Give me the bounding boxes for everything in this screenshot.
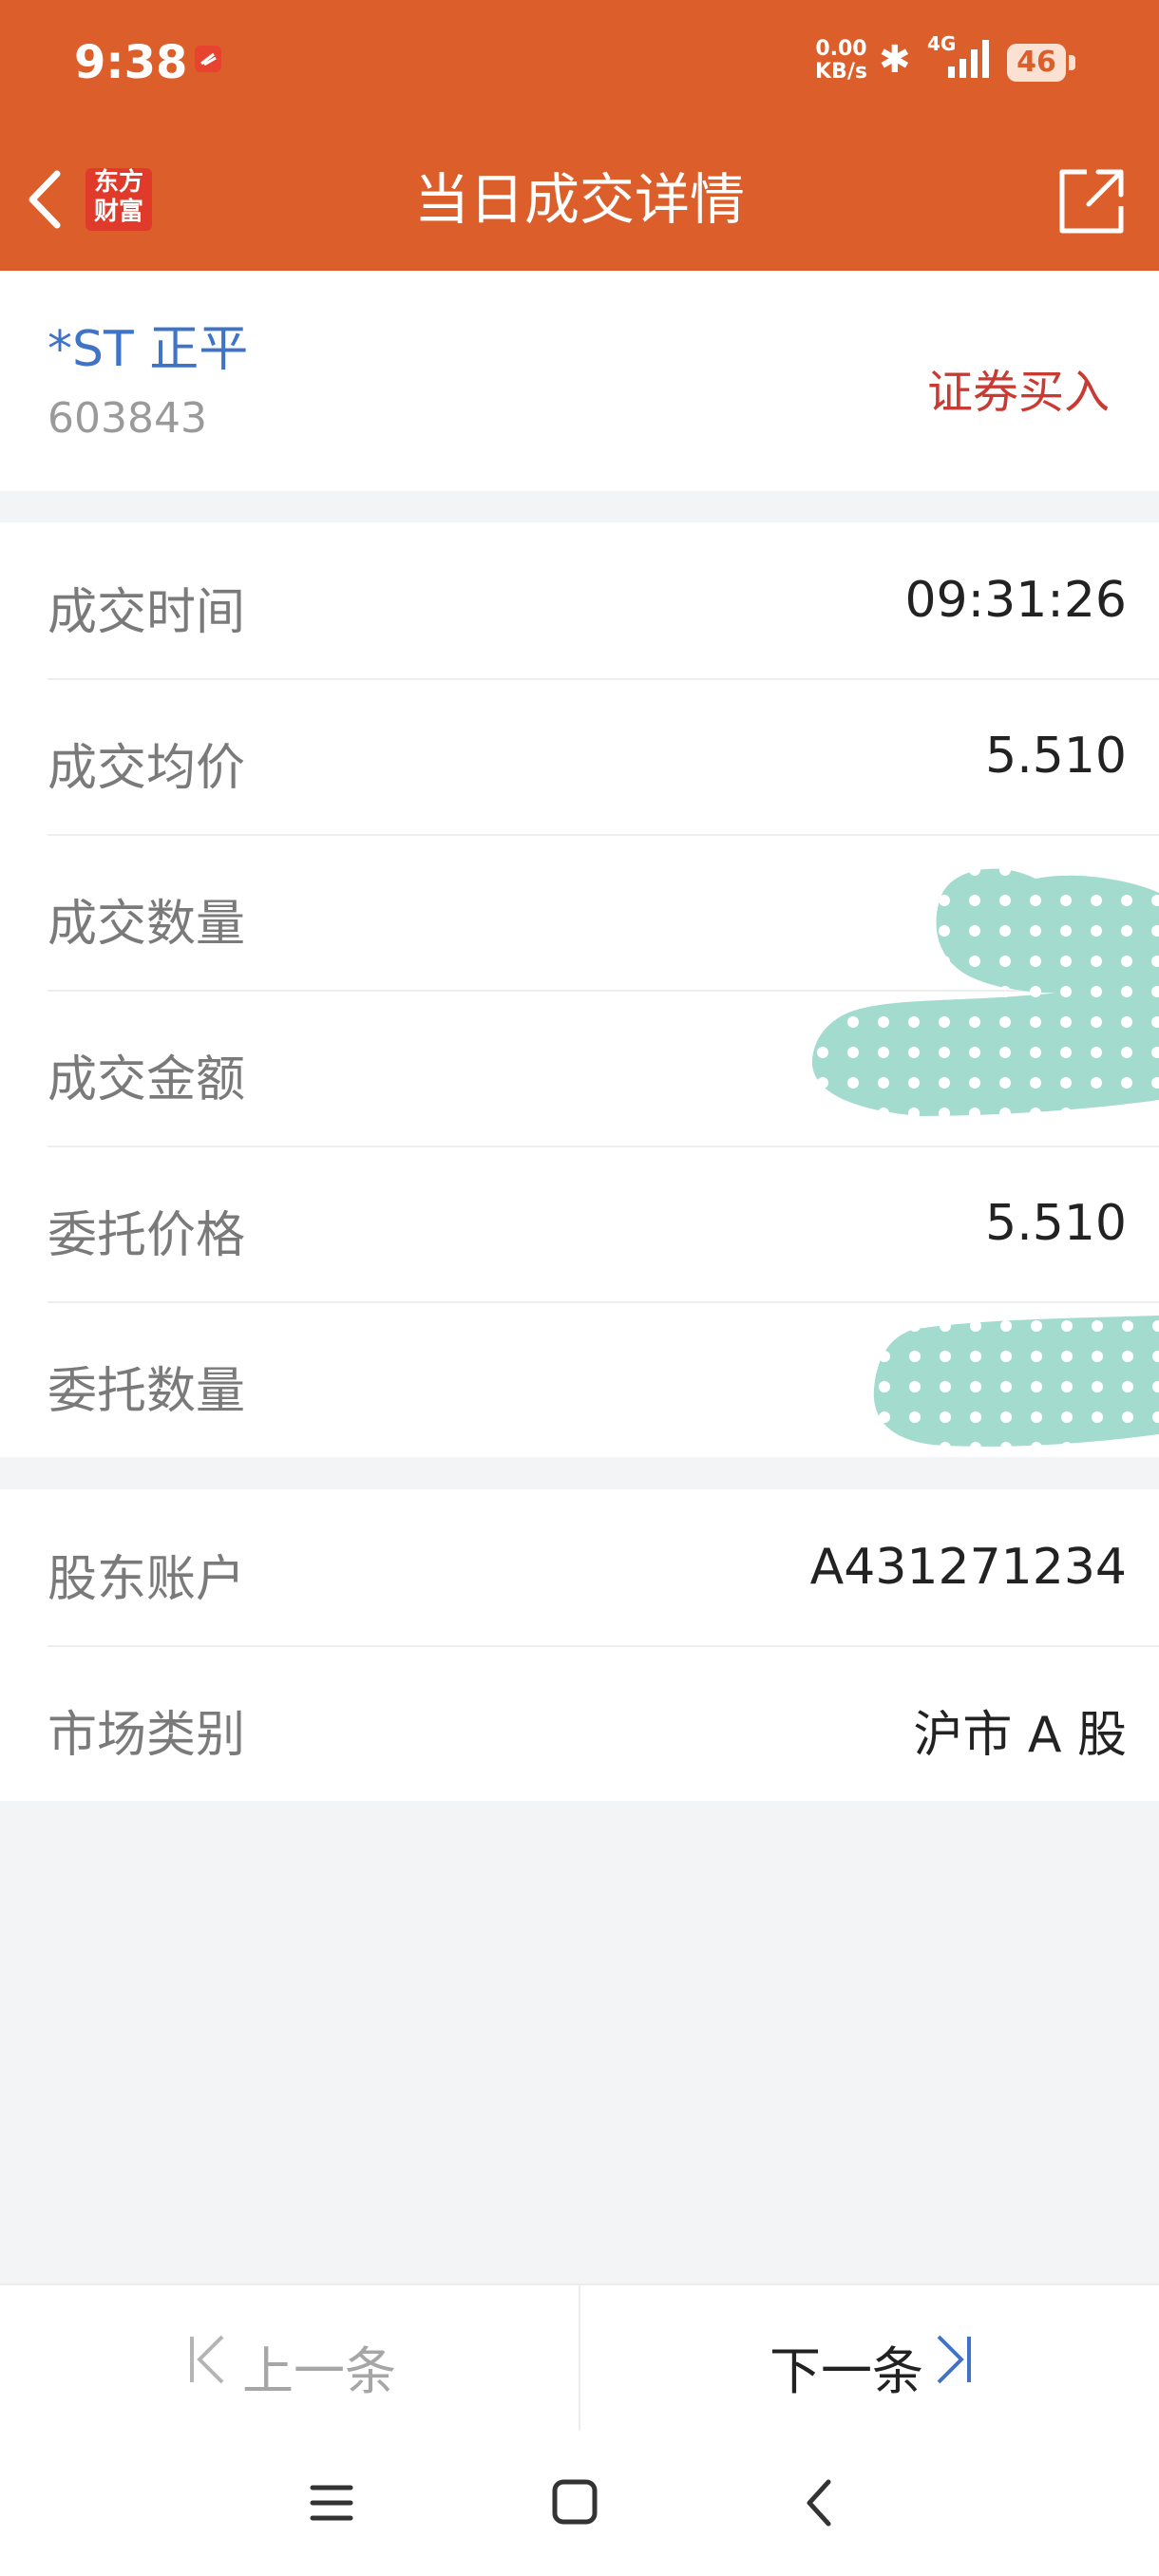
- net-speed: 0.00 KB/s: [815, 38, 867, 84]
- detail-row: 成交时间 09:31:26: [0, 522, 1159, 678]
- menu-icon[interactable]: [309, 2476, 354, 2529]
- skip-last-icon: [937, 2335, 971, 2384]
- detail-value: 5.510: [985, 728, 1127, 785]
- home-icon[interactable]: [551, 2476, 598, 2529]
- status-time: 9:38: [74, 36, 188, 89]
- skip-first-icon: [190, 2335, 224, 2384]
- detail-label: 股东账户: [48, 1551, 246, 1608]
- detail-label: 成交数量: [48, 896, 246, 953]
- stock-code: 603843: [48, 394, 207, 443]
- back-icon[interactable]: [800, 2476, 838, 2529]
- detail-label: 成交时间: [48, 584, 246, 641]
- bluetooth-icon: ✱: [879, 38, 911, 82]
- next-record-button[interactable]: 下一条: [580, 2285, 1158, 2433]
- signal-icon: [948, 40, 989, 78]
- nav-bar: 东方 财富 当日成交详情: [0, 128, 1159, 271]
- system-nav-bar: [0, 2431, 1159, 2576]
- net-speed-unit: KB/s: [815, 60, 867, 84]
- detail-row: 成交均价 5.510: [0, 678, 1159, 834]
- detail-value: 5.510: [985, 1195, 1127, 1252]
- stock-name[interactable]: *ST 正平: [48, 309, 248, 380]
- detail-label: 委托价格: [48, 1207, 246, 1264]
- share-icon[interactable]: [1056, 166, 1127, 237]
- record-navigation-bar: 上一条 下一条: [0, 2283, 1159, 2433]
- detail-row: 委托价格 5.510: [0, 1146, 1159, 1301]
- app-notification-icon: [195, 46, 221, 72]
- next-record-label: 下一条: [770, 2341, 923, 2401]
- detail-label: 市场类别: [48, 1707, 246, 1764]
- detail-label: 委托数量: [48, 1363, 246, 1420]
- stock-header: *ST 正平 603843 证券买入: [0, 271, 1159, 491]
- detail-value: 沪市 A 股: [913, 1707, 1127, 1764]
- detail-label: 成交金额: [48, 1051, 246, 1108]
- page-title: 当日成交详情: [413, 167, 745, 232]
- battery-level: 46: [1016, 46, 1056, 79]
- redaction-mask: [873, 1316, 1159, 1447]
- net-speed-value: 0.00: [815, 37, 867, 61]
- battery-icon: 46: [1007, 44, 1075, 82]
- trade-type-label: 证券买入: [926, 366, 1110, 419]
- redaction-mask: [811, 868, 1159, 1116]
- account-section: 股东账户 A431271234 市场类别 沪市 A 股: [0, 1489, 1159, 1801]
- detail-row: 市场类别 沪市 A 股: [0, 1645, 1159, 1801]
- detail-value: 09:31:26: [904, 572, 1127, 629]
- prev-record-button[interactable]: 上一条: [0, 2285, 580, 2433]
- detail-label: 成交均价: [48, 740, 246, 797]
- detail-row: 股东账户 A431271234: [0, 1489, 1159, 1645]
- detail-value: A431271234: [809, 1539, 1127, 1596]
- prev-record-label: 上一条: [242, 2341, 396, 2401]
- status-bar: 9:38 0.00 KB/s ✱ 4G 46: [0, 0, 1159, 128]
